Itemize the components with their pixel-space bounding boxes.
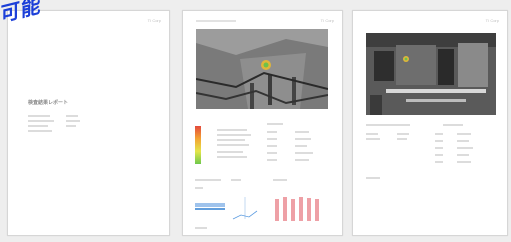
equipment-photo [366, 33, 496, 115]
report-title: 検査結果レポート [28, 100, 69, 106]
comparison-bars [273, 193, 325, 221]
page-header-company: TI Corp [485, 18, 499, 23]
page-header-company: TI Corp [147, 18, 161, 23]
heat-scale-gauge [195, 126, 201, 164]
page-header-company: TI Corp [320, 18, 334, 23]
page-thumbnail-2[interactable]: TI Corp [182, 10, 343, 236]
page-thumbnail-3[interactable]: TI Corp [352, 10, 508, 236]
trend-chart [195, 197, 258, 220]
footer-text [195, 227, 207, 229]
inspection-photo [196, 29, 328, 109]
page-thumbnail-1[interactable]: TI Corp 検査結果レポート [7, 10, 170, 236]
